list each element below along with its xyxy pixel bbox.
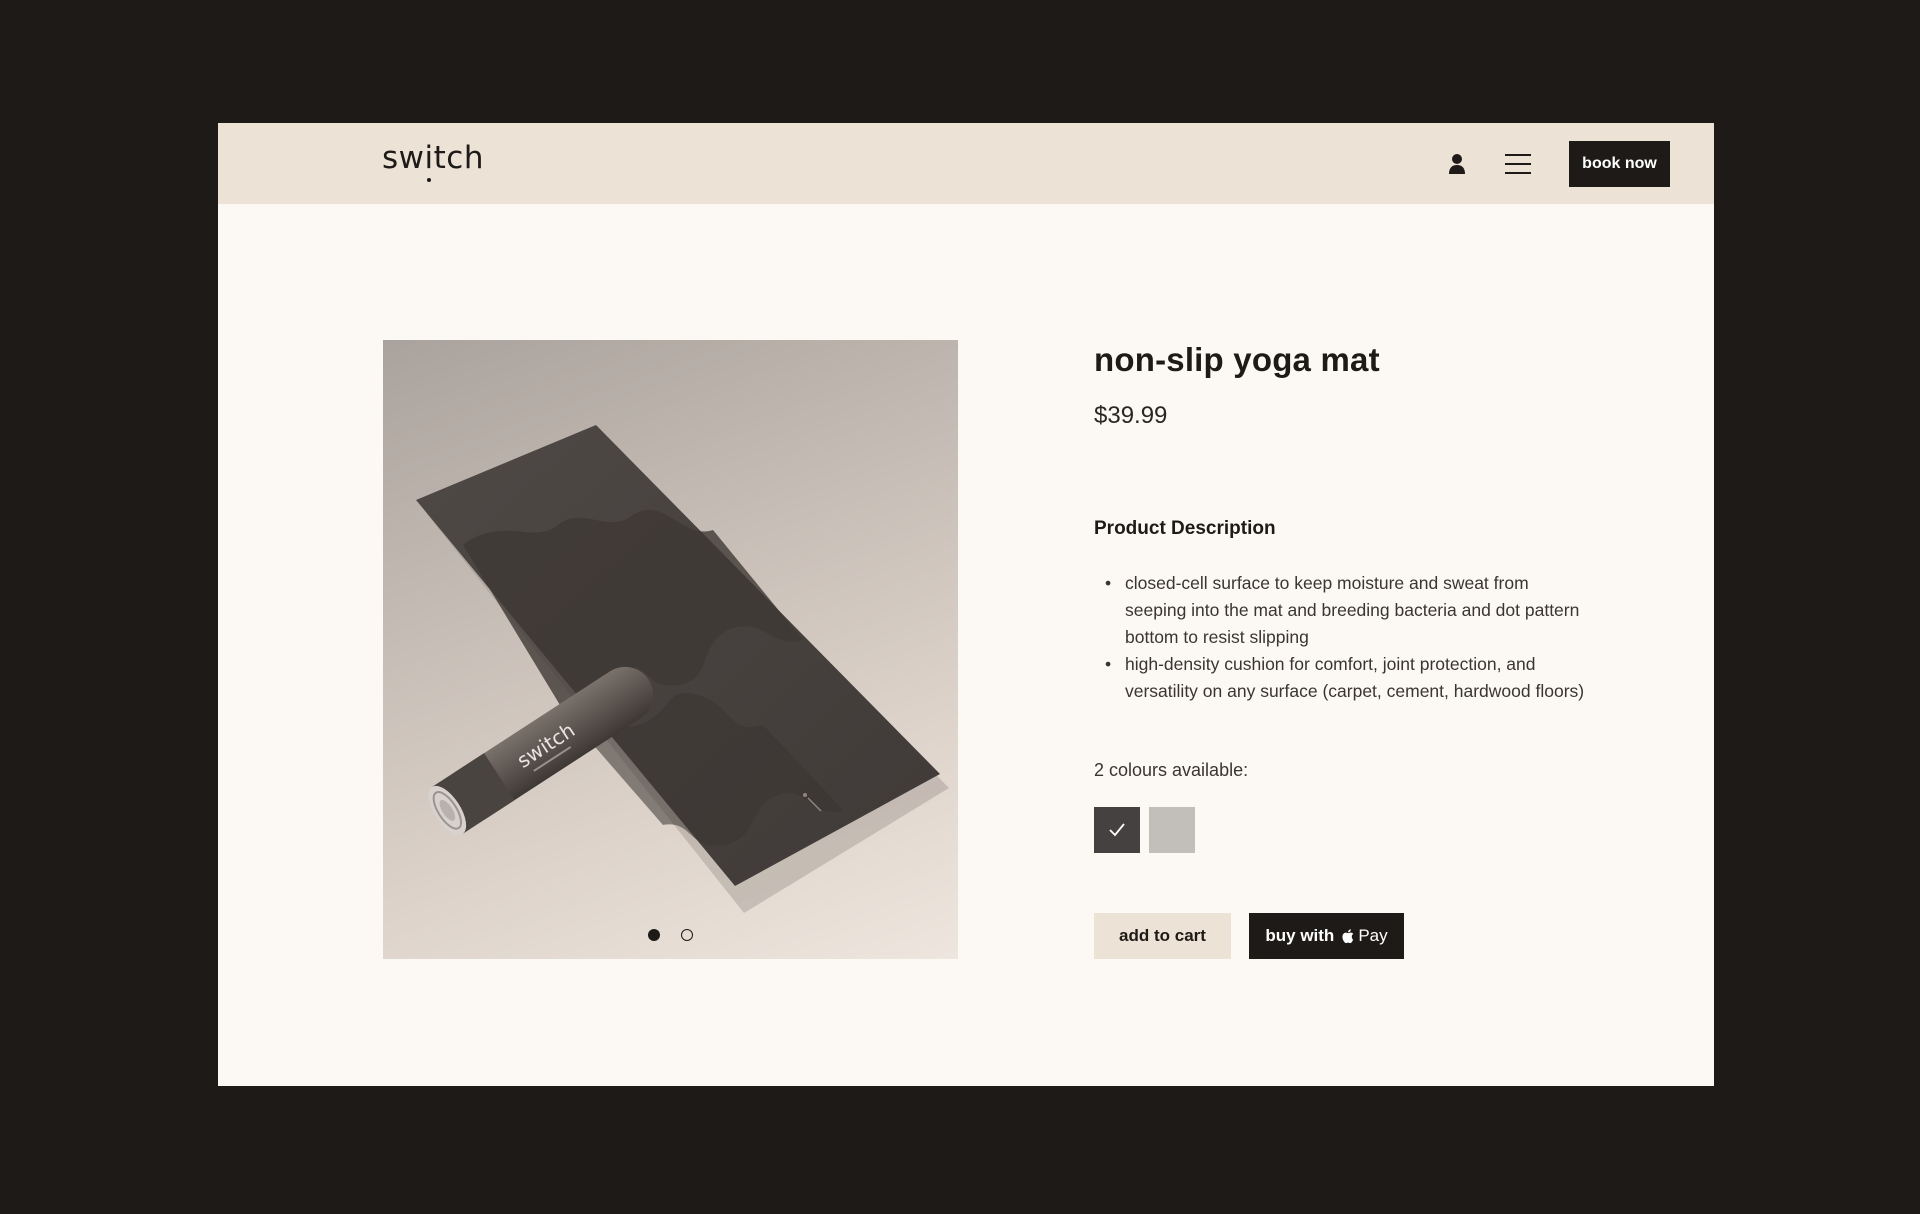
yoga-mat-photo: switch [416, 425, 949, 913]
check-icon [1109, 823, 1125, 837]
buy-with-label: buy with [1265, 926, 1335, 945]
colour-swatch-light[interactable] [1149, 807, 1195, 853]
apple-pay-button[interactable]: buy with Pay [1249, 913, 1404, 959]
user-icon[interactable] [1447, 153, 1467, 175]
colour-swatch-dark[interactable] [1094, 807, 1140, 853]
top-nav: swi tch book now [218, 123, 1714, 204]
product-price: $39.99 [1094, 402, 1168, 429]
description-list: closed-cell surface to keep moisture and… [1094, 570, 1594, 705]
apple-icon [1342, 929, 1354, 944]
logo-text-start: sw [382, 140, 425, 176]
page-frame: swi tch book now switch non-slip yoga ma… [218, 123, 1714, 1086]
colours-label: 2 colours available: [1094, 760, 1249, 780]
logo-drop [427, 178, 432, 182]
carousel-dot-1[interactable] [648, 929, 660, 941]
product-title: non-slip yoga mat [1094, 341, 1380, 378]
description-item: closed-cell surface to keep moisture and… [1094, 570, 1594, 651]
logo-i: i [424, 140, 434, 182]
pay-label: Pay [1358, 926, 1388, 945]
logo-text-end: tch [433, 140, 484, 176]
description-item: high-density cushion for comfort, joint … [1094, 651, 1594, 705]
add-to-cart-button[interactable]: add to cart [1094, 913, 1231, 959]
description-heading: Product Description [1094, 518, 1276, 539]
product-image-carousel[interactable]: switch [383, 340, 958, 959]
menu-icon[interactable] [1505, 153, 1531, 175]
carousel-dot-2[interactable] [681, 929, 693, 941]
book-now-button[interactable]: book now [1569, 141, 1670, 187]
logo-i-letter: i [424, 140, 434, 176]
logo[interactable]: swi tch [382, 140, 484, 182]
